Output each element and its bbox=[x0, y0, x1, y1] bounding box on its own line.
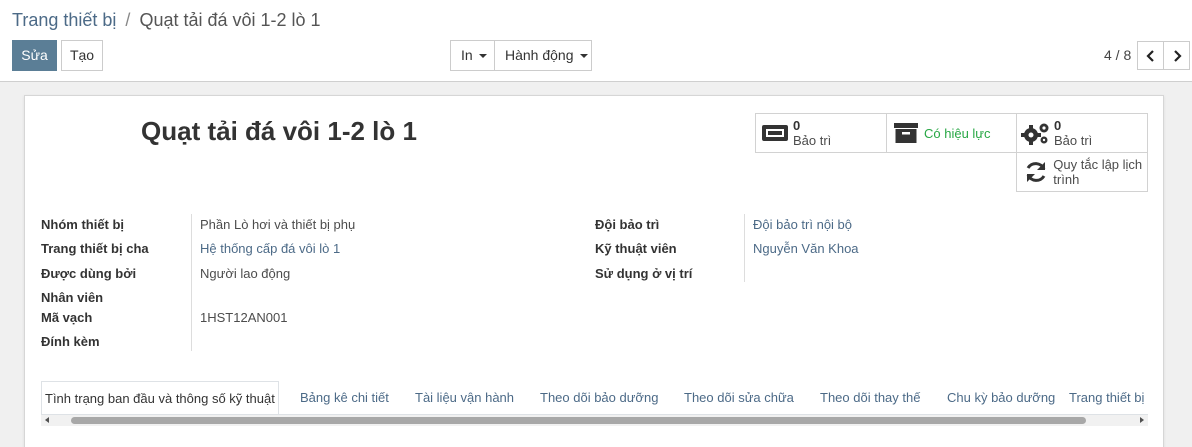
scrollbar-thumb[interactable] bbox=[71, 417, 1086, 424]
field-value-used-by: Người lao động bbox=[200, 266, 291, 281]
caret-down-icon bbox=[478, 54, 487, 59]
active-toggle-button[interactable]: Có hiệu lực bbox=[886, 113, 1017, 153]
pager-next-button[interactable] bbox=[1163, 41, 1190, 70]
tab-equipment[interactable]: Trang thiết bị bbox=[1065, 381, 1148, 414]
field-label-attachment: Đính kèm bbox=[41, 334, 100, 349]
maintenance2-count: 0 bbox=[1054, 118, 1062, 133]
ticket-icon bbox=[760, 122, 790, 144]
notebook-tabs: Tình trạng ban đầu và thông số kỹ thuật … bbox=[41, 381, 1148, 415]
field-value-parent-equipment[interactable]: Hệ thống cấp đá vôi lò 1 bbox=[200, 241, 340, 256]
gears-icon bbox=[1021, 122, 1051, 145]
field-value-equipment-category: Phần Lò hơi và thiết bị phụ bbox=[200, 217, 356, 232]
schedule-rules-smart-button[interactable]: Quy tắc lập lịch trình bbox=[1016, 152, 1148, 192]
pager-value[interactable]: 4 / 8 bbox=[1104, 47, 1131, 63]
breadcrumb: Trang thiết bị / Quạt tải đá vôi 1-2 lò … bbox=[12, 10, 321, 31]
chevron-left-icon bbox=[1145, 49, 1154, 62]
field-label-employee: Nhân viên bbox=[41, 290, 104, 305]
maintenance-requests-smart-button[interactable]: 0 Bảo trì bbox=[1016, 113, 1148, 153]
maintenance-label: Bảo trì bbox=[793, 133, 832, 148]
breadcrumb-separator: / bbox=[125, 10, 131, 30]
print-dropdown[interactable]: In bbox=[450, 40, 495, 71]
field-label-maintenance-team: Đội bảo trì bbox=[595, 217, 660, 232]
maintenance2-label: Bảo trì bbox=[1054, 133, 1093, 148]
create-button[interactable]: Tạo bbox=[61, 40, 103, 71]
breadcrumb-current: Quạt tải đá vôi 1-2 lò 1 bbox=[139, 10, 321, 30]
field-label-equipment-category: Nhóm thiết bị bbox=[41, 217, 125, 232]
record-title: Quạt tải đá vôi 1-2 lò 1 bbox=[141, 116, 417, 146]
pager-previous-button[interactable] bbox=[1137, 41, 1164, 70]
archive-icon bbox=[891, 122, 921, 144]
field-divider bbox=[744, 214, 745, 282]
field-label-barcode: Mã vạch bbox=[41, 310, 93, 325]
field-value-maintenance-team[interactable]: Đội bảo trì nội bộ bbox=[753, 217, 852, 232]
scroll-left-arrow-icon[interactable] bbox=[45, 417, 49, 423]
field-label-used-by: Được dùng bởi bbox=[41, 266, 137, 281]
control-panel: Trang thiết bị / Quạt tải đá vôi 1-2 lò … bbox=[0, 0, 1192, 82]
schedule-rules-label: Quy tắc lập lịch trình bbox=[1053, 157, 1143, 187]
print-label: In bbox=[461, 47, 473, 63]
scroll-right-arrow-icon[interactable] bbox=[1140, 417, 1144, 423]
caret-down-icon bbox=[579, 54, 588, 59]
field-divider bbox=[191, 214, 192, 351]
tab-initial-condition[interactable]: Tình trạng ban đầu và thông số kỹ thuật bbox=[41, 381, 279, 414]
action-label: Hành động bbox=[505, 47, 574, 63]
tab-replacement-tracking[interactable]: Theo dõi thay thế bbox=[816, 381, 924, 414]
tab-detail-list[interactable]: Bảng kê chi tiết bbox=[296, 381, 393, 414]
field-label-location: Sử dụng ở vị trí bbox=[595, 266, 693, 281]
maintenance-smart-button[interactable]: 0 Bảo trì bbox=[755, 113, 887, 153]
field-value-technician[interactable]: Nguyễn Văn Khoa bbox=[753, 241, 859, 256]
action-dropdown[interactable]: Hành động bbox=[494, 40, 592, 71]
field-value-barcode: 1HST12AN001 bbox=[200, 310, 288, 325]
breadcrumb-parent-link[interactable]: Trang thiết bị bbox=[12, 10, 116, 30]
tab-maintenance-cycle[interactable]: Chu kỳ bảo dưỡng bbox=[943, 381, 1059, 414]
tab-operation-documents[interactable]: Tài liệu vận hành bbox=[411, 381, 518, 414]
tabs-horizontal-scrollbar[interactable] bbox=[41, 415, 1148, 426]
maintenance-count: 0 bbox=[793, 118, 801, 133]
tab-repair-tracking[interactable]: Theo dõi sửa chữa bbox=[680, 381, 798, 414]
edit-button[interactable]: Sửa bbox=[12, 40, 57, 71]
chevron-right-icon bbox=[1173, 49, 1182, 62]
active-label: Có hiệu lực bbox=[924, 125, 991, 141]
field-label-parent-equipment: Trang thiết bị cha bbox=[41, 241, 149, 256]
refresh-icon bbox=[1021, 161, 1050, 183]
field-label-technician: Kỹ thuật viên bbox=[595, 241, 677, 256]
form-sheet: Quạt tải đá vôi 1-2 lò 1 0 Bảo trì Có hi… bbox=[24, 95, 1164, 447]
tab-maintenance-tracking[interactable]: Theo dõi bảo dưỡng bbox=[536, 381, 662, 414]
